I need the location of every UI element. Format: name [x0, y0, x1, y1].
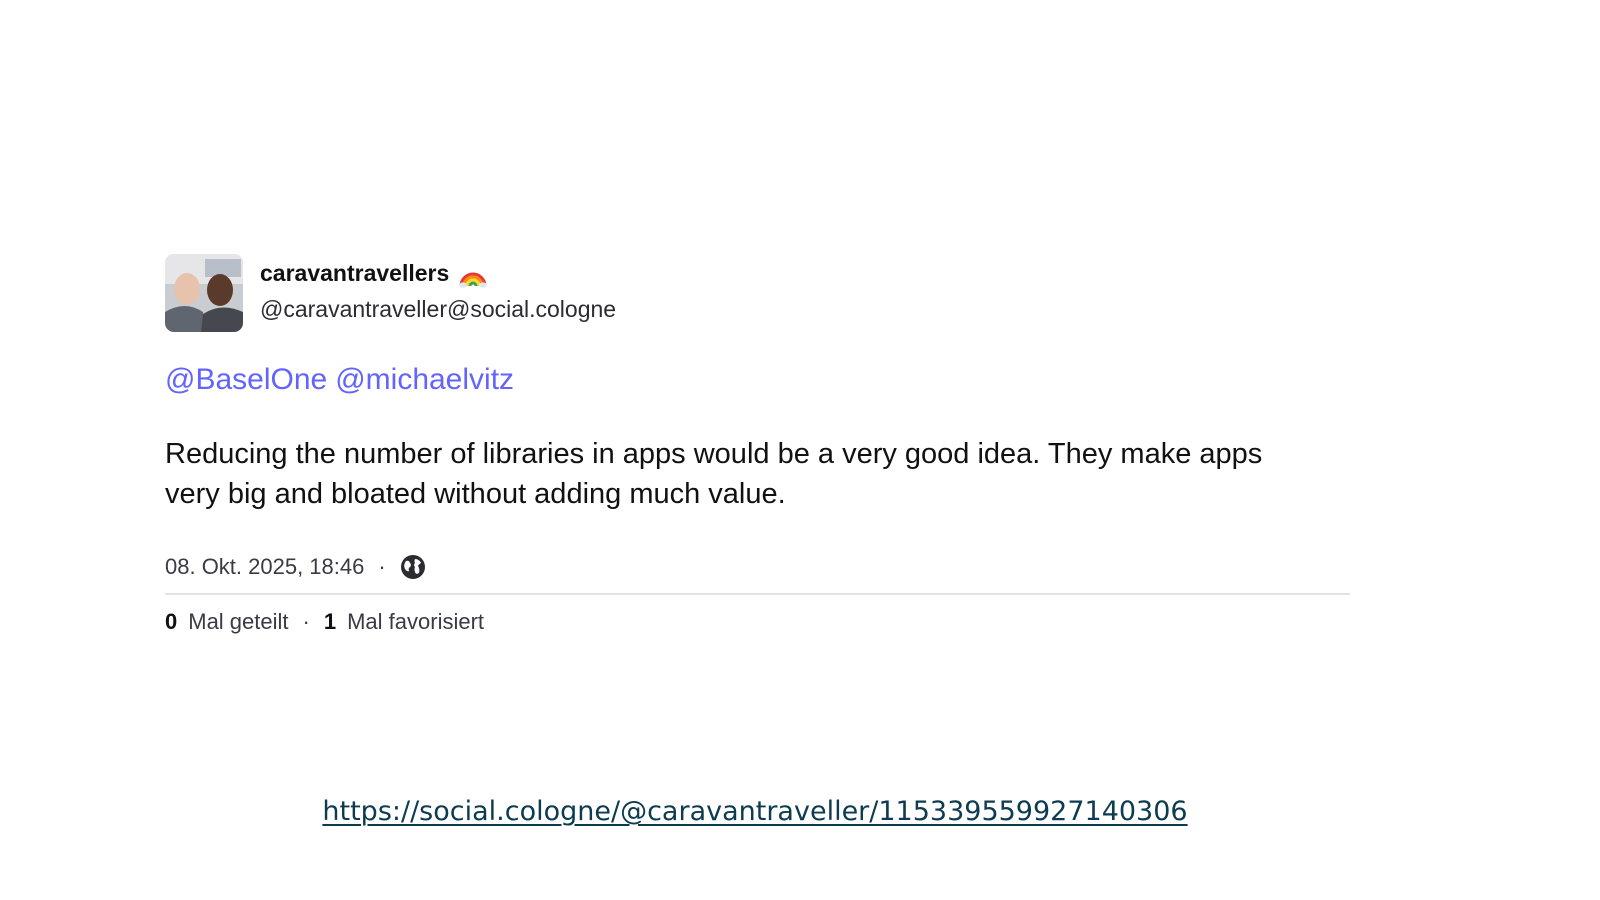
avatar[interactable] — [165, 254, 243, 332]
display-name-row: caravantravellers — [260, 260, 616, 288]
divider — [165, 593, 1350, 595]
mention-link-michaelvitz[interactable]: @michaelvitz — [335, 363, 514, 397]
mentions: @BaselOne @michaelvitz — [165, 363, 1350, 397]
favourite-label[interactable]: Mal favorisiert — [347, 609, 484, 635]
post-header: caravantravellers @caravantraveller@soci… — [165, 254, 1350, 332]
avatar-photo-icon — [165, 254, 243, 332]
boost-count: 0 — [165, 609, 178, 634]
favourite-count: 1 — [323, 609, 337, 634]
post-stats: 0 Mal geteilt · 1 Mal favorisiert — [165, 609, 1350, 635]
post-timestamp[interactable]: 08. Okt. 2025, 18:46 — [165, 554, 364, 580]
post-content: Reducing the number of libraries in apps… — [165, 438, 1263, 510]
post-url-link[interactable]: https://social.cologne/@caravantraveller… — [0, 796, 1510, 827]
identity: caravantravellers @caravantraveller@soci… — [260, 260, 616, 323]
display-name[interactable]: caravantravellers — [260, 260, 449, 287]
post-card: caravantravellers @caravantraveller@soci… — [165, 254, 1350, 635]
meta-separator: · — [378, 554, 386, 579]
globe-icon — [400, 554, 426, 580]
rainbow-icon — [458, 260, 488, 288]
account-handle[interactable]: @caravantraveller@social.cologne — [260, 296, 616, 323]
boost-label[interactable]: Mal geteilt — [188, 609, 288, 635]
post-meta: 08. Okt. 2025, 18:46 · — [165, 554, 1350, 580]
stats-separator: · — [302, 609, 310, 634]
mention-link-baselone[interactable]: @BaselOne — [165, 363, 327, 397]
